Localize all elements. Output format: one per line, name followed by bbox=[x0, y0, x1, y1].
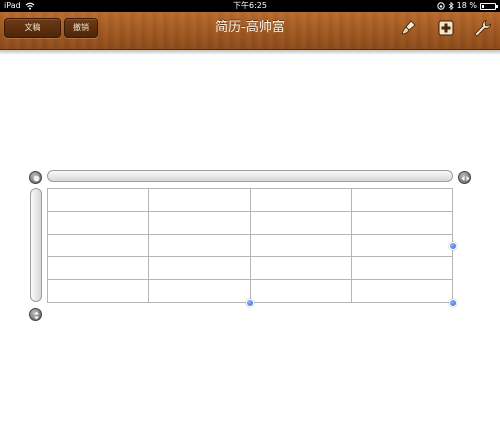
battery-icon bbox=[480, 2, 498, 10]
column-resize-handle[interactable] bbox=[458, 171, 471, 184]
table-row bbox=[46, 256, 454, 281]
table-select-handle[interactable] bbox=[29, 171, 42, 184]
toolbar: 文稿 撤销 简历-高帅富 bbox=[0, 12, 500, 50]
document-title: 简历-高帅富 bbox=[215, 20, 285, 35]
brush-icon[interactable] bbox=[398, 18, 418, 38]
status-time: 下午6:25 bbox=[233, 1, 267, 10]
table-row bbox=[46, 188, 454, 212]
column-selection-handle[interactable] bbox=[449, 242, 457, 250]
column-handle-bar[interactable] bbox=[47, 170, 453, 182]
table-row bbox=[46, 233, 454, 258]
table-cell[interactable] bbox=[148, 233, 251, 258]
battery-level bbox=[482, 4, 484, 8]
table-row bbox=[46, 210, 454, 235]
rotation-lock-icon bbox=[436, 2, 445, 10]
documents-button[interactable]: 文稿 bbox=[4, 18, 61, 38]
table-cell[interactable] bbox=[350, 210, 454, 235]
insert-icon[interactable] bbox=[436, 18, 456, 38]
table-cell[interactable] bbox=[46, 256, 150, 281]
table-cell[interactable] bbox=[148, 210, 251, 235]
table-cell[interactable] bbox=[350, 188, 454, 212]
bluetooth-icon bbox=[448, 2, 454, 10]
row-selection-handle[interactable] bbox=[246, 299, 254, 307]
table-cell[interactable] bbox=[46, 233, 150, 258]
row-resize-handle[interactable] bbox=[29, 308, 42, 321]
table-cell[interactable] bbox=[249, 279, 352, 303]
wrench-icon[interactable] bbox=[472, 18, 492, 38]
status-right: 18 % bbox=[436, 0, 498, 12]
status-bar: iPad 下午6:25 18 % bbox=[0, 0, 500, 12]
table-cell[interactable] bbox=[148, 188, 251, 212]
corner-selection-handle[interactable] bbox=[449, 299, 457, 307]
table-cell[interactable] bbox=[46, 188, 150, 212]
toolbar-shadow bbox=[0, 50, 500, 55]
battery-percent: 18 % bbox=[456, 1, 477, 10]
table-cell[interactable] bbox=[350, 279, 454, 303]
table-cell[interactable] bbox=[249, 188, 352, 212]
table-cell[interactable] bbox=[249, 256, 352, 281]
table-cell[interactable] bbox=[148, 279, 251, 303]
undo-button[interactable]: 撤销 bbox=[64, 18, 98, 38]
table-cell[interactable] bbox=[249, 233, 352, 258]
table-cell[interactable] bbox=[249, 210, 352, 235]
table-cell[interactable] bbox=[350, 233, 454, 258]
table-cell[interactable] bbox=[46, 210, 150, 235]
table-cell[interactable] bbox=[350, 256, 454, 281]
table-cell[interactable] bbox=[46, 279, 150, 303]
row-handle-bar[interactable] bbox=[30, 188, 42, 302]
resume-table[interactable] bbox=[46, 188, 454, 303]
table-cell[interactable] bbox=[148, 256, 251, 281]
